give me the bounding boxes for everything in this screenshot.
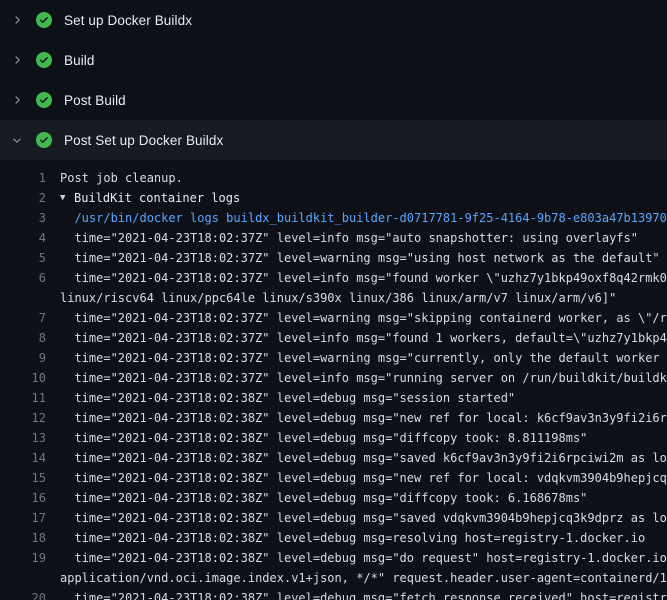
check-circle-icon	[36, 92, 52, 108]
log-text: time="2021-04-23T18:02:38Z" level=debug …	[60, 388, 515, 408]
step-list: Set up Docker Buildx Build Post Build	[0, 0, 667, 160]
line-number[interactable]: 17	[0, 508, 46, 528]
log-line[interactable]: 2 ▼BuildKit container logs	[0, 188, 667, 208]
step-header[interactable]: Post Set up Docker Buildx	[0, 120, 667, 160]
line-number[interactable]: 9	[0, 348, 46, 368]
log-line[interactable]: 10 time="2021-04-23T18:02:37Z" level=inf…	[0, 368, 667, 388]
line-number[interactable]: 15	[0, 468, 46, 488]
step-header[interactable]: Build	[0, 40, 667, 80]
line-number[interactable]: 6	[0, 268, 46, 288]
log-text: time="2021-04-23T18:02:37Z" level=info m…	[60, 368, 667, 388]
log-area: 1 Post job cleanup. 2 ▼BuildKit containe…	[0, 160, 667, 600]
log-text: time="2021-04-23T18:02:37Z" level=info m…	[60, 328, 667, 348]
check-circle-icon	[36, 12, 52, 28]
log-line[interactable]: 11 time="2021-04-23T18:02:38Z" level=deb…	[0, 388, 667, 408]
line-number[interactable]: 5	[0, 248, 46, 268]
step-title: Set up Docker Buildx	[64, 13, 192, 28]
log-line[interactable]: application/vnd.oci.image.index.v1+json,…	[0, 568, 667, 588]
log-text: time="2021-04-23T18:02:37Z" level=warnin…	[60, 348, 667, 368]
line-number[interactable]: 10	[0, 368, 46, 388]
log-text: /usr/bin/docker logs buildx_buildkit_bui…	[60, 208, 667, 228]
log-text: Post job cleanup.	[60, 168, 183, 188]
chevron-right-icon[interactable]	[11, 54, 23, 66]
step-title: Post Build	[64, 93, 126, 108]
log-text: time="2021-04-23T18:02:37Z" level=info m…	[60, 268, 667, 288]
log-text: application/vnd.oci.image.index.v1+json,…	[60, 568, 667, 588]
line-number[interactable]: 7	[0, 308, 46, 328]
log-text: time="2021-04-23T18:02:37Z" level=warnin…	[60, 308, 667, 328]
line-number[interactable]: 3	[0, 208, 46, 228]
log-text: time="2021-04-23T18:02:38Z" level=debug …	[60, 428, 587, 448]
log-text: time="2021-04-23T18:02:38Z" level=debug …	[60, 528, 645, 548]
line-number[interactable]: 14	[0, 448, 46, 468]
line-number[interactable]: 13	[0, 428, 46, 448]
log-line[interactable]: 16 time="2021-04-23T18:02:38Z" level=deb…	[0, 488, 667, 508]
log-line[interactable]: 3 /usr/bin/docker logs buildx_buildkit_b…	[0, 208, 667, 228]
check-circle-icon	[36, 132, 52, 148]
log-line[interactable]: 14 time="2021-04-23T18:02:38Z" level=deb…	[0, 448, 667, 468]
log-line[interactable]: 20 time="2021-04-23T18:02:38Z" level=deb…	[0, 588, 667, 600]
log-line[interactable]: 7 time="2021-04-23T18:02:37Z" level=warn…	[0, 308, 667, 328]
log-line[interactable]: 8 time="2021-04-23T18:02:37Z" level=info…	[0, 328, 667, 348]
check-circle-icon	[36, 52, 52, 68]
line-number[interactable]: 8	[0, 328, 46, 348]
log-text: BuildKit container logs	[74, 188, 240, 208]
log-line[interactable]: linux/riscv64 linux/ppc64le linux/s390x …	[0, 288, 667, 308]
log-line[interactable]: 1 Post job cleanup.	[0, 168, 667, 188]
log-text: time="2021-04-23T18:02:38Z" level=debug …	[60, 588, 667, 600]
line-number[interactable]	[0, 568, 46, 588]
line-number[interactable]: 12	[0, 408, 46, 428]
log-text: time="2021-04-23T18:02:38Z" level=debug …	[60, 488, 587, 508]
line-number[interactable]: 18	[0, 528, 46, 548]
chevron-right-icon[interactable]	[11, 14, 23, 26]
log-lines: 1 Post job cleanup. 2 ▼BuildKit containe…	[0, 168, 667, 600]
log-line[interactable]: 9 time="2021-04-23T18:02:37Z" level=warn…	[0, 348, 667, 368]
group-toggle-icon[interactable]: ▼	[60, 188, 74, 208]
log-line[interactable]: 17 time="2021-04-23T18:02:38Z" level=deb…	[0, 508, 667, 528]
log-text: linux/riscv64 linux/ppc64le linux/s390x …	[60, 288, 616, 308]
log-text: time="2021-04-23T18:02:38Z" level=debug …	[60, 408, 667, 428]
workflow-log-viewer: Set up Docker Buildx Build Post Build	[0, 0, 667, 600]
log-text: time="2021-04-23T18:02:38Z" level=debug …	[60, 468, 667, 488]
step-title: Post Set up Docker Buildx	[64, 133, 223, 148]
log-line[interactable]: 13 time="2021-04-23T18:02:38Z" level=deb…	[0, 428, 667, 448]
line-number[interactable]: 20	[0, 588, 46, 600]
log-line[interactable]: 15 time="2021-04-23T18:02:38Z" level=deb…	[0, 468, 667, 488]
log-text: time="2021-04-23T18:02:37Z" level=info m…	[60, 228, 638, 248]
line-number[interactable]: 4	[0, 228, 46, 248]
step-header[interactable]: Post Build	[0, 80, 667, 120]
log-line[interactable]: 4 time="2021-04-23T18:02:37Z" level=info…	[0, 228, 667, 248]
line-number[interactable]: 16	[0, 488, 46, 508]
line-number[interactable]: 11	[0, 388, 46, 408]
log-line[interactable]: 19 time="2021-04-23T18:02:38Z" level=deb…	[0, 548, 667, 568]
line-number[interactable]: 2	[0, 188, 46, 208]
log-text: time="2021-04-23T18:02:37Z" level=warnin…	[60, 248, 660, 268]
log-line[interactable]: 5 time="2021-04-23T18:02:37Z" level=warn…	[0, 248, 667, 268]
chevron-down-icon[interactable]	[11, 134, 23, 146]
step-title: Build	[64, 53, 95, 68]
log-line[interactable]: 18 time="2021-04-23T18:02:38Z" level=deb…	[0, 528, 667, 548]
chevron-right-icon[interactable]	[11, 94, 23, 106]
log-line[interactable]: 6 time="2021-04-23T18:02:37Z" level=info…	[0, 268, 667, 288]
log-line[interactable]: 12 time="2021-04-23T18:02:38Z" level=deb…	[0, 408, 667, 428]
line-number[interactable]: 1	[0, 168, 46, 188]
log-text: time="2021-04-23T18:02:38Z" level=debug …	[60, 548, 667, 568]
line-number[interactable]	[0, 288, 46, 308]
log-text: time="2021-04-23T18:02:38Z" level=debug …	[60, 508, 667, 528]
log-text: time="2021-04-23T18:02:38Z" level=debug …	[60, 448, 667, 468]
line-number[interactable]: 19	[0, 548, 46, 568]
step-header[interactable]: Set up Docker Buildx	[0, 0, 667, 40]
